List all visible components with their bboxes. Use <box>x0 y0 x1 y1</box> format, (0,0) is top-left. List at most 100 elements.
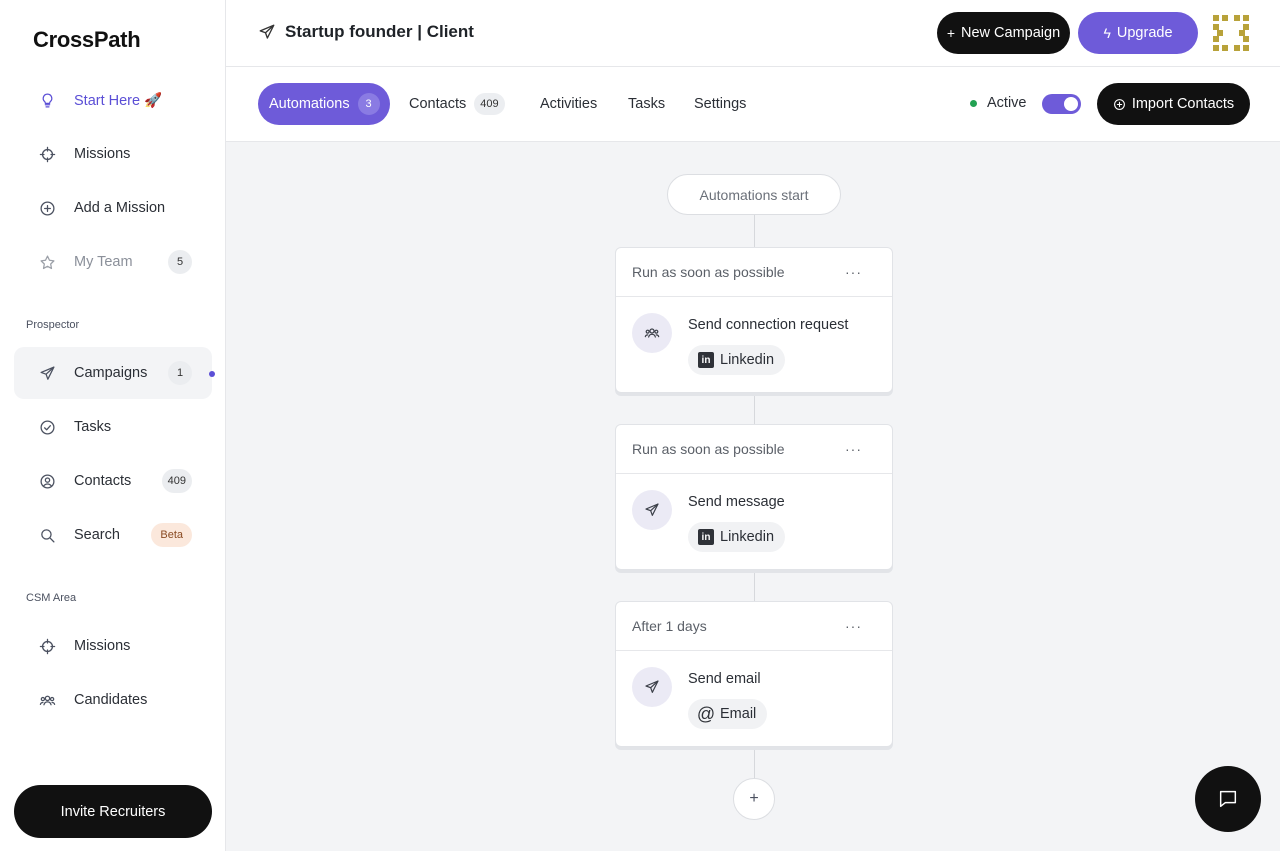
flow-connector <box>754 215 755 248</box>
active-toggle[interactable] <box>1042 94 1081 114</box>
step-header: Run as soon as possible ··· <box>616 425 892 474</box>
chat-icon <box>1219 790 1237 808</box>
send-icon <box>632 667 672 707</box>
campaign-tabs-bar: Automations 3 Contacts 409 Activities Ta… <box>226 67 1280 142</box>
plus-circle-icon <box>38 199 56 217</box>
count-badge: 409 <box>474 93 505 115</box>
count-badge: 409 <box>161 469 192 493</box>
app-logo[interactable]: CrossPath <box>33 27 141 53</box>
lightbulb-icon <box>38 91 56 109</box>
campaign-status: Active <box>970 95 1027 111</box>
at-sign-icon: @ <box>696 704 716 724</box>
page-title-text: Startup founder | Client <box>285 22 474 41</box>
sidebar-item-label: Missions <box>74 638 131 654</box>
upgrade-label: Upgrade <box>1116 25 1173 41</box>
sidebar-item-missions[interactable]: Missions <box>14 128 212 180</box>
user-circle-icon <box>38 472 56 490</box>
sidebar-item-start-here[interactable]: Start Here 🚀 <box>14 74 212 126</box>
section-label-prospector: Prospector <box>26 319 80 331</box>
import-contacts-label: Import Contacts <box>1131 96 1235 112</box>
step-header: Run as soon as possible ··· <box>616 248 892 297</box>
users-icon <box>632 313 672 353</box>
channel-label: Linkedin <box>720 352 775 368</box>
automations-start-node: Automations start <box>667 174 841 215</box>
count-badge: 3 <box>357 93 380 115</box>
section-label-csm-area: CSM Area <box>26 592 77 604</box>
search-icon <box>38 526 56 544</box>
crosshair-icon <box>38 145 56 163</box>
count-badge: 5 <box>168 250 192 274</box>
more-options-icon[interactable]: ··· <box>845 618 862 634</box>
star-icon <box>38 253 56 271</box>
plus-circle-icon <box>1113 98 1126 111</box>
sidebar-item-csm-missions[interactable]: Missions <box>14 620 212 672</box>
crosshair-icon <box>38 637 56 655</box>
linkedin-icon: in <box>698 529 714 545</box>
flow-connector <box>754 569 755 602</box>
import-contacts-button[interactable]: Import Contacts <box>1097 83 1250 125</box>
channel-label: Linkedin <box>720 529 775 545</box>
tab-contacts[interactable]: Contacts 409 <box>409 83 505 125</box>
lightning-icon: ϟ <box>1103 25 1111 41</box>
tab-settings[interactable]: Settings <box>694 83 746 125</box>
more-options-icon[interactable]: ··· <box>845 441 862 457</box>
add-step-button[interactable]: + <box>733 778 775 820</box>
tab-label: Contacts <box>409 96 467 112</box>
sidebar-item-label: Add a Mission <box>74 200 166 216</box>
tab-label: Automations <box>269 96 350 112</box>
plus-icon: + <box>749 790 759 807</box>
send-icon <box>632 490 672 530</box>
more-options-icon[interactable]: ··· <box>845 264 862 280</box>
sidebar: CrossPath Start Here 🚀 Missions Add a Mi… <box>0 0 226 851</box>
sidebar-item-campaigns[interactable]: Campaigns 1 <box>14 347 212 399</box>
tab-tasks[interactable]: Tasks <box>628 83 665 125</box>
sidebar-item-search[interactable]: Search Beta <box>14 509 212 561</box>
linkedin-icon: in <box>698 352 714 368</box>
count-badge: 1 <box>168 361 192 385</box>
automation-step-card[interactable]: After 1 days ··· Send email @ Email <box>615 601 893 747</box>
upgrade-button[interactable]: ϟ Upgrade <box>1078 12 1198 54</box>
flow-connector <box>754 746 755 778</box>
channel-label: Email <box>720 706 757 722</box>
step-header: After 1 days ··· <box>616 602 892 651</box>
top-bar: Startup founder | Client + New Campaign … <box>226 0 1280 67</box>
channel-chip: in Linkedin <box>688 522 786 552</box>
beta-badge: Beta <box>151 523 192 547</box>
flow-connector <box>754 392 755 425</box>
sidebar-item-add-mission[interactable]: Add a Mission <box>14 182 212 234</box>
sidebar-item-contacts[interactable]: Contacts 409 <box>14 455 212 507</box>
chat-button[interactable] <box>1195 766 1261 832</box>
step-body: Send message in Linkedin <box>616 474 892 570</box>
page-title: Startup founder | Client <box>258 22 474 42</box>
automation-step-card[interactable]: Run as soon as possible ··· Send connect… <box>615 247 893 393</box>
avatar[interactable] <box>1211 13 1251 53</box>
channel-chip: @ Email <box>688 699 768 729</box>
step-action: Send email <box>688 671 761 687</box>
sidebar-item-label: Start Here 🚀 <box>74 92 163 109</box>
sidebar-item-my-team[interactable]: My Team 5 <box>14 236 212 288</box>
plus-icon: + <box>946 25 956 41</box>
invite-recruiters-button[interactable]: Invite Recruiters <box>14 785 212 838</box>
sidebar-item-label: Campaigns <box>74 365 148 381</box>
new-campaign-button[interactable]: + New Campaign <box>937 12 1070 54</box>
step-timing: Run as soon as possible <box>632 264 785 280</box>
tab-automations[interactable]: Automations 3 <box>258 83 390 125</box>
sidebar-item-candidates[interactable]: Candidates <box>14 674 212 726</box>
tab-activities[interactable]: Activities <box>540 83 597 125</box>
step-body: Send connection request in Linkedin <box>616 297 892 393</box>
automation-step-card[interactable]: Run as soon as possible ··· Send message… <box>615 424 893 570</box>
check-circle-icon <box>38 418 56 436</box>
sidebar-item-label: My Team <box>74 254 133 270</box>
users-icon <box>38 691 56 709</box>
sidebar-item-label: Candidates <box>74 692 148 708</box>
status-label: Active <box>987 95 1027 111</box>
status-dot <box>970 99 977 107</box>
step-action: Send message <box>688 494 785 510</box>
step-action: Send connection request <box>688 317 849 333</box>
send-icon <box>38 364 56 382</box>
sidebar-item-tasks[interactable]: Tasks <box>14 401 212 453</box>
step-body: Send email @ Email <box>616 651 892 747</box>
toggle-knob <box>1064 97 1078 111</box>
channel-chip: in Linkedin <box>688 345 786 375</box>
collapse-handle[interactable] <box>209 371 215 377</box>
